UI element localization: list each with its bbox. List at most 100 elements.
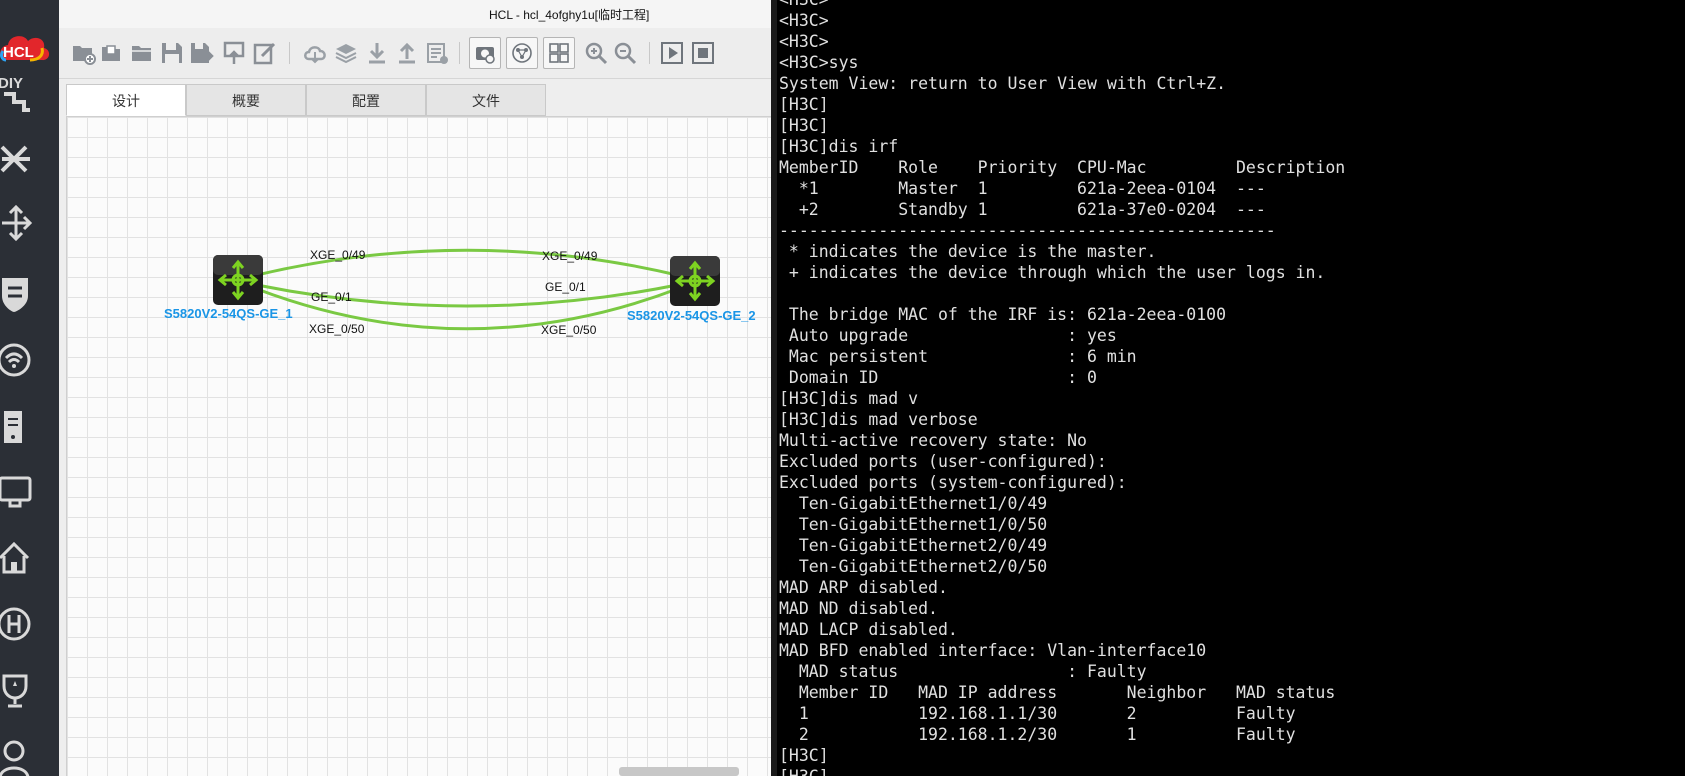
new-project-icon[interactable]	[70, 40, 96, 66]
terminal-line: Ten-GigabitEthernet2/0/50	[779, 557, 1048, 576]
terminal-line: * indicates the device is the master.	[779, 242, 1157, 261]
switch-device-2[interactable]	[670, 256, 720, 306]
terminal-line: 2 192.168.1.2/30 1 Faulty	[779, 725, 1296, 744]
tab-files[interactable]: 文件	[426, 84, 546, 116]
hcl-window: HCL - hcl_4ofghy1u[临时工程] 设计 概要 配置 文件 S58…	[59, 0, 772, 776]
download-icon[interactable]	[364, 40, 390, 66]
terminal-line: <H3C>	[779, 11, 829, 30]
tab-config[interactable]: 配置	[306, 84, 426, 116]
terminal-line: [H3C]dis mad v	[779, 389, 919, 408]
save-as-icon[interactable]	[188, 40, 214, 66]
diy-icon[interactable]: DIY	[0, 72, 40, 112]
toolbar-separator	[459, 42, 460, 64]
zoom-in-icon[interactable]	[583, 40, 609, 66]
terminal-border	[771, 0, 777, 776]
device-label-2: S5820V2-54QS-GE_2	[627, 308, 756, 323]
save-icon[interactable]	[159, 40, 185, 66]
terminal-line: <H3C>sys	[779, 53, 859, 72]
terminal-device-icon[interactable]	[0, 472, 40, 512]
switch-icon[interactable]	[0, 137, 40, 177]
terminal-line: Ten-GigabitEthernet2/0/49	[779, 536, 1048, 555]
title-bar: HCL - hcl_4ofghy1u[临时工程]	[59, 0, 771, 28]
terminal-line: Excluded ports (system-configured):	[779, 473, 1127, 492]
terminal-line: MAD ARP disabled.	[779, 578, 948, 597]
topology-diagram: S5820V2-54QS-GE_1 S5820V2-54QS-GE_2 XGE_…	[164, 248, 756, 337]
list-icon[interactable]	[424, 40, 450, 66]
terminal-line: MemberID Role Priority CPU-Mac Descripti…	[779, 158, 1346, 177]
server-icon[interactable]	[0, 407, 40, 447]
terminal-line: +2 Standby 1 621a-37e0-0204 ---	[779, 200, 1266, 219]
terminal-line: The bridge MAC of the IRF is: 621a-2eea-…	[779, 305, 1227, 324]
tab-bar: 设计 概要 配置 文件	[66, 84, 771, 116]
terminal-line: Ten-GigabitEthernet1/0/49	[779, 494, 1048, 513]
terminal-line: MAD BFD enabled interface: Vlan-interfac…	[779, 641, 1207, 660]
terminal-line: Mac persistent : 6 min	[779, 347, 1137, 366]
toolbar	[59, 28, 771, 79]
window-title: HCL - hcl_4ofghy1u[临时工程]	[489, 8, 650, 22]
award-icon[interactable]	[0, 670, 40, 710]
terminal-line: 1 192.168.1.1/30 2 Faulty	[779, 704, 1296, 723]
port-label: XGE_0/49	[310, 248, 366, 262]
terminal-line: Domain ID : 0	[779, 368, 1097, 387]
port-label: GE_0/1	[311, 290, 352, 304]
terminal-window[interactable]: <H3C><H3C><H3C><H3C>sysSystem View: retu…	[771, 0, 1685, 776]
grid-icon[interactable]	[543, 37, 575, 69]
switch-device-1[interactable]	[213, 255, 263, 305]
terminal-line: [H3C]	[779, 95, 829, 114]
terminal-line: Member ID MAD IP address Neighbor MAD st…	[779, 683, 1336, 702]
terminal-line: *1 Master 1 621a-2eea-0104 ---	[779, 179, 1266, 198]
terminal-line: Multi-active recovery state: No	[779, 431, 1087, 450]
terminal-line: [H3C]	[779, 116, 829, 135]
h3c-icon[interactable]	[0, 604, 40, 644]
export-icon[interactable]	[221, 40, 247, 66]
terminal-line: <H3C>	[779, 0, 1345, 10]
topology-icon[interactable]	[506, 37, 538, 69]
terminal-line: [H3C]dis mad verbose	[779, 410, 978, 429]
sidebar: HCL DIY	[0, 0, 59, 776]
cloud-icon[interactable]	[302, 40, 328, 66]
terminal-line: ----------------------------------------…	[779, 221, 1276, 240]
capture-icon[interactable]	[469, 37, 501, 69]
terminal-line: MAD ND disabled.	[779, 599, 938, 618]
terminal-line: Excluded ports (user-configured):	[779, 452, 1107, 471]
terminal-line: <H3C>	[779, 32, 829, 51]
layers-icon[interactable]	[333, 40, 359, 66]
toolbar-separator	[649, 42, 650, 64]
tab-design[interactable]: 设计	[66, 84, 186, 116]
port-label: XGE_0/49	[542, 249, 598, 263]
terminal-line: MAD status : Faulty	[779, 662, 1147, 681]
zoom-out-icon[interactable]	[612, 40, 638, 66]
wireless-icon[interactable]	[0, 340, 40, 380]
port-label: XGE_0/50	[309, 322, 365, 336]
stop-icon[interactable]	[690, 40, 716, 66]
device-label-1: S5820V2-54QS-GE_1	[164, 306, 293, 321]
svg-text:HCL: HCL	[3, 44, 34, 61]
open-project-icon[interactable]	[99, 40, 125, 66]
terminal-line: [H3C]dis irf	[779, 137, 899, 156]
open-folder-icon[interactable]	[129, 40, 155, 66]
hcl-logo: HCL	[0, 36, 50, 62]
home-icon[interactable]	[0, 538, 40, 578]
terminal-line: + indicates the device through which the…	[779, 263, 1326, 282]
svg-text:DIY: DIY	[0, 75, 23, 92]
router-icon[interactable]	[0, 203, 40, 243]
start-icon[interactable]	[659, 40, 685, 66]
terminal-line: [H3C]	[779, 746, 829, 765]
horizontal-scrollbar[interactable]	[619, 767, 739, 776]
topology-canvas[interactable]: S5820V2-54QS-GE_1 S5820V2-54QS-GE_2 XGE_…	[66, 116, 771, 776]
terminal-line: Ten-GigabitEthernet1/0/50	[779, 515, 1048, 534]
toolbar-separator	[289, 42, 290, 64]
upload-icon[interactable]	[394, 40, 420, 66]
terminal-line: MAD LACP disabled.	[779, 620, 958, 639]
user-icon[interactable]	[0, 737, 40, 776]
tab-overview[interactable]: 概要	[186, 84, 306, 116]
port-label: XGE_0/50	[541, 323, 597, 337]
terminal-line: Auto upgrade : yes	[779, 326, 1117, 345]
terminal-line: System View: return to User View with Ct…	[779, 74, 1227, 93]
firewall-icon[interactable]	[0, 274, 40, 314]
edit-icon[interactable]	[252, 40, 278, 66]
terminal-line: [H3C]	[779, 766, 1345, 776]
port-label: GE_0/1	[545, 280, 586, 294]
terminal-output: <H3C><H3C><H3C><H3C>sysSystem View: retu…	[779, 0, 1345, 776]
